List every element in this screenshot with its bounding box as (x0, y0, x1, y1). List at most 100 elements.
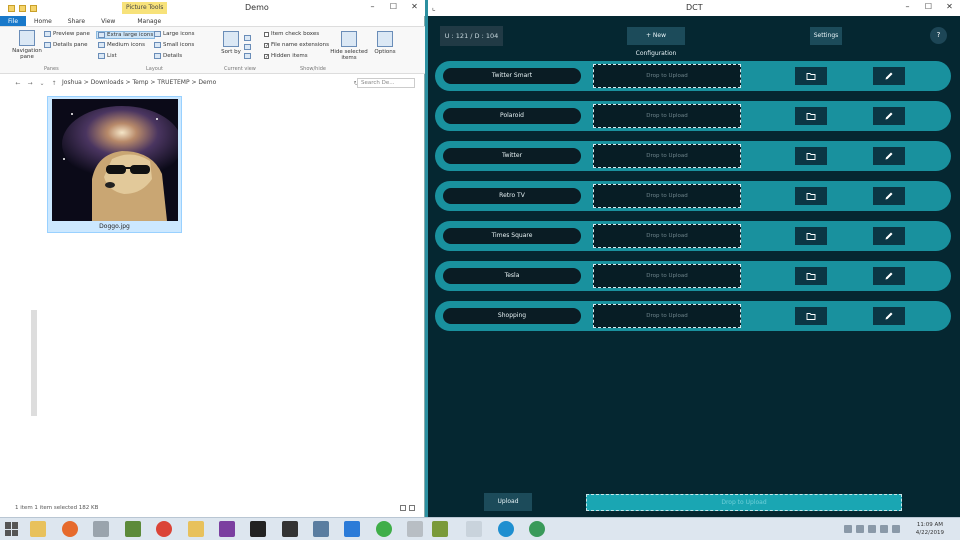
breadcrumb[interactable]: Joshua > Downloads > Temp > TRUETEMP > D… (62, 76, 216, 90)
keyboard-icon[interactable] (844, 525, 852, 533)
app-taskbar-icon[interactable] (313, 521, 329, 537)
forward-arrow-icon[interactable]: → (24, 80, 36, 87)
terminal-taskbar-icon[interactable] (250, 521, 266, 537)
item-check-boxes-option[interactable]: Item check boxes (264, 31, 319, 37)
file-item-doggo[interactable]: Doggo.jpg (47, 96, 182, 233)
open-folder-button[interactable] (795, 307, 827, 325)
app-taskbar-icon[interactable] (529, 521, 545, 537)
drop-zone[interactable]: Drop to Upload (593, 104, 741, 128)
group-by-icon[interactable] (244, 35, 251, 41)
open-folder-button[interactable] (795, 187, 827, 205)
maximize-button[interactable]: ☐ (383, 0, 404, 14)
crop-taskbar-icon[interactable] (466, 521, 482, 537)
preview-pane-button[interactable]: Preview pane (44, 31, 90, 37)
drop-zone[interactable]: Drop to Upload (593, 264, 741, 288)
details-option[interactable]: Details (154, 53, 182, 59)
open-folder-button[interactable] (795, 107, 827, 125)
navigation-pane-button[interactable]: Navigation pane (12, 30, 42, 60)
taskbar: 11:09 AM 4/22/2019 (0, 517, 960, 540)
app-taskbar-icon[interactable] (282, 521, 298, 537)
app-taskbar-icon[interactable] (407, 521, 423, 537)
minimize-button[interactable]: – (897, 0, 918, 14)
chrome-taskbar-icon[interactable] (156, 521, 172, 537)
app-taskbar-icon[interactable] (125, 521, 141, 537)
sort-by-button[interactable]: Sort by (221, 31, 241, 55)
details-pane-button[interactable]: Details pane (44, 42, 88, 48)
properties-icon[interactable] (19, 4, 26, 12)
app-taskbar-icon[interactable] (188, 521, 204, 537)
medium-icons-option[interactable]: Medium icons (98, 42, 145, 48)
lambda-taskbar-icon[interactable] (432, 521, 448, 537)
scrollbar[interactable] (31, 310, 37, 416)
add-columns-icon[interactable] (244, 44, 251, 50)
search-input[interactable]: Search De... (357, 78, 415, 88)
edit-button[interactable] (873, 67, 905, 85)
small-icons-option[interactable]: Small icons (154, 42, 194, 48)
app-taskbar-icon[interactable] (376, 521, 392, 537)
bottom-drop-zone[interactable]: Drop to Upload (586, 494, 902, 511)
settings-button[interactable]: Settings (810, 27, 842, 45)
configuration-name[interactable]: Times Square (443, 228, 581, 244)
network-icon[interactable] (868, 525, 876, 533)
upload-button[interactable]: Upload (484, 493, 532, 511)
volume-icon[interactable] (880, 525, 888, 533)
open-folder-button[interactable] (795, 267, 827, 285)
edit-button[interactable] (873, 227, 905, 245)
size-columns-icon[interactable] (244, 53, 251, 59)
file-name-extensions-option[interactable]: ✓ File name extensions (264, 42, 329, 48)
file-explorer-taskbar-icon[interactable] (30, 521, 46, 537)
drop-zone[interactable]: Drop to Upload (593, 64, 741, 88)
tab-manage[interactable]: Manage (129, 16, 169, 26)
configuration-name[interactable]: Tesla (443, 268, 581, 284)
firefox-taskbar-icon[interactable] (62, 521, 78, 537)
configuration-name[interactable]: Shopping (443, 308, 581, 324)
folder-icon[interactable] (8, 4, 15, 12)
tab-share[interactable]: Share (60, 16, 93, 26)
onenote-taskbar-icon[interactable] (219, 521, 235, 537)
new-folder-icon[interactable] (30, 4, 37, 12)
configuration-name[interactable]: Twitter (443, 148, 581, 164)
close-button[interactable]: ✕ (404, 0, 425, 14)
large-icons-option[interactable]: Large icons (154, 31, 195, 37)
hide-selected-items-button[interactable]: Hide selected items (330, 31, 368, 61)
edit-button[interactable] (873, 107, 905, 125)
configuration-name[interactable]: Retro TV (443, 188, 581, 204)
minimize-button[interactable]: – (362, 0, 383, 14)
options-button[interactable]: Options (374, 31, 396, 55)
maximize-button[interactable]: ☐ (918, 0, 939, 14)
tray-icon[interactable] (856, 525, 864, 533)
close-button[interactable]: ✕ (939, 0, 960, 14)
edit-button[interactable] (873, 267, 905, 285)
details-view-icon[interactable] (400, 505, 406, 511)
hidden-items-option[interactable]: ✓ Hidden items (264, 53, 308, 59)
vscode-taskbar-icon[interactable] (344, 521, 360, 537)
configuration-name[interactable]: Polaroid (443, 108, 581, 124)
clock[interactable]: 11:09 AM 4/22/2019 (916, 521, 944, 537)
list-option[interactable]: List (98, 53, 117, 59)
help-button[interactable]: ? (930, 27, 947, 44)
drop-zone[interactable]: Drop to Upload (593, 144, 741, 168)
drop-zone[interactable]: Drop to Upload (593, 184, 741, 208)
start-button[interactable] (5, 522, 19, 536)
open-folder-button[interactable] (795, 147, 827, 165)
drop-zone[interactable]: Drop to Upload (593, 304, 741, 328)
app-taskbar-icon[interactable] (93, 521, 109, 537)
open-folder-button[interactable] (795, 227, 827, 245)
edit-button[interactable] (873, 187, 905, 205)
configuration-name[interactable]: Twitter Smart (443, 68, 581, 84)
up-arrow-icon[interactable]: ↑ (48, 80, 60, 87)
notification-icon[interactable] (892, 525, 900, 533)
back-arrow-icon[interactable]: ← (12, 80, 24, 87)
extra-large-icons-option[interactable]: Extra large icons (96, 31, 156, 39)
edit-button[interactable] (873, 147, 905, 165)
tab-home[interactable]: Home (26, 16, 60, 26)
recent-locations-icon[interactable]: ⌄ (36, 80, 48, 87)
edit-button[interactable] (873, 307, 905, 325)
tab-view[interactable]: View (93, 16, 123, 26)
open-folder-button[interactable] (795, 67, 827, 85)
app-taskbar-icon[interactable] (498, 521, 514, 537)
drop-zone[interactable]: Drop to Upload (593, 224, 741, 248)
large-icons-view-icon[interactable] (409, 505, 415, 511)
tab-file[interactable]: File (0, 16, 27, 26)
new-configuration-button[interactable]: + New Configuration (627, 27, 685, 57)
